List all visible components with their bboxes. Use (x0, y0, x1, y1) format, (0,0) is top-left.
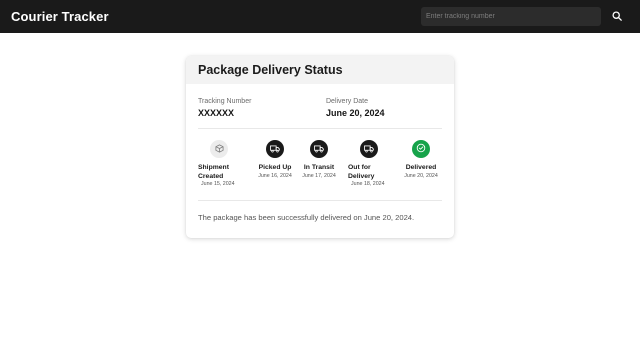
truck-icon (364, 140, 374, 158)
step-date: June 16, 2024 (258, 172, 292, 179)
step-date: June 18, 2024 (351, 181, 385, 187)
truck-icon (270, 140, 280, 158)
tracking-search-input[interactable] (421, 7, 601, 26)
card-header: Package Delivery Status (186, 56, 454, 84)
top-navbar: Courier Tracker (0, 0, 640, 33)
tracking-number-value: XXXXXX (198, 108, 235, 118)
step-status-circle (360, 140, 378, 158)
truck-icon (314, 140, 324, 158)
step-status-circle (412, 140, 430, 158)
step-label: Shipment Created (198, 164, 229, 180)
divider (198, 128, 442, 129)
step-delivered: Delivered June 20, 2024 (396, 140, 446, 180)
step-picked-up: Picked Up June 16, 2024 (250, 140, 300, 180)
delivery-date-value: June 20, 2024 (326, 108, 385, 118)
step-out-for-delivery: Out for Delivery June 18, 2024 (348, 140, 392, 188)
step-date: June 15, 2024 (201, 181, 235, 187)
step-date: June 20, 2024 (404, 172, 438, 179)
step-status-circle (210, 140, 228, 158)
app-title: Courier Tracker (11, 9, 109, 24)
check-circle-icon (416, 140, 426, 158)
delivery-status-card: Package Delivery Status Tracking Number … (186, 56, 454, 238)
step-label: Delivered (405, 164, 437, 171)
step-status-circle (266, 140, 284, 158)
step-status-circle (310, 140, 328, 158)
step-label: In Transit (303, 164, 335, 171)
delivery-status-message: The package has been successfully delive… (198, 213, 415, 222)
step-in-transit: In Transit June 17, 2024 (294, 140, 344, 180)
step-date: June 17, 2024 (302, 172, 336, 179)
tracking-number-label: Tracking Number (198, 98, 252, 105)
search-button[interactable] (609, 9, 624, 24)
step-shipment-created: Shipment Created June 15, 2024 (198, 140, 248, 188)
divider (198, 200, 442, 201)
card-title: Package Delivery Status (198, 63, 343, 77)
search-icon (611, 8, 622, 26)
step-label: Out for Delivery (348, 164, 375, 180)
step-label: Picked Up (258, 164, 292, 171)
package-icon (214, 140, 224, 158)
delivery-date-label: Delivery Date (326, 98, 369, 105)
